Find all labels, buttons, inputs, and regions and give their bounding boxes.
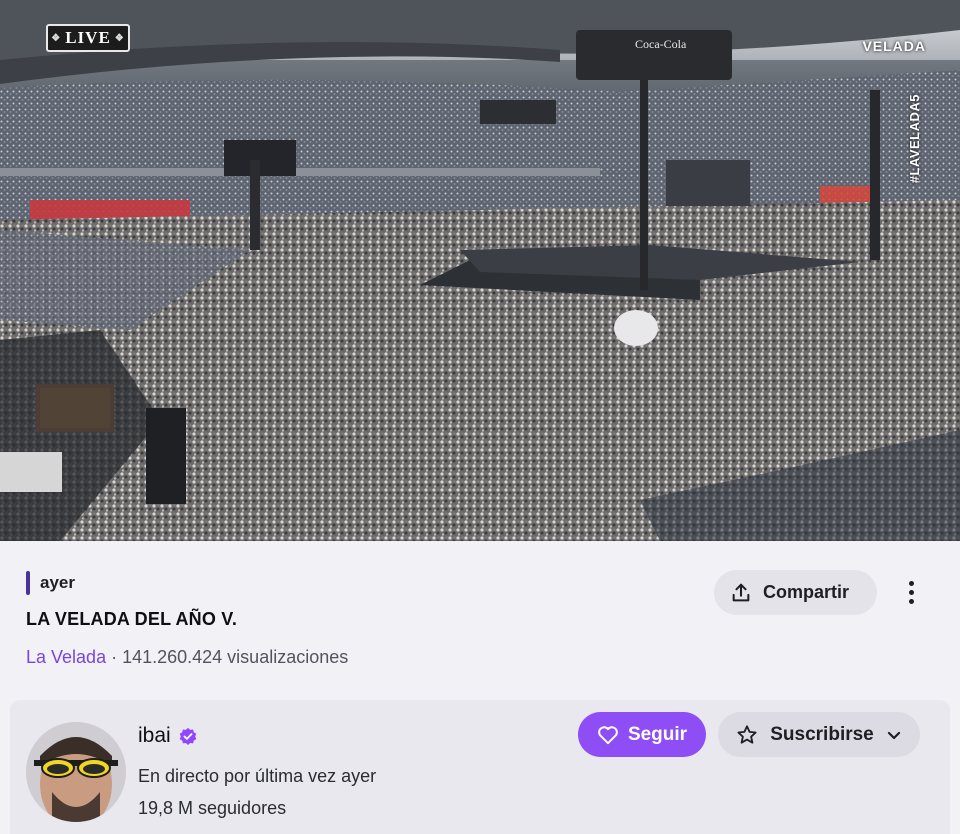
follow-label: Seguir [627,723,688,745]
velada-logo: VELADA [862,38,926,54]
date-accent-bar [26,571,30,595]
chevron-down-icon [887,731,900,739]
category-link[interactable]: La Velada [26,647,106,667]
heart-icon [598,725,618,744]
live-badge: LIVE [46,24,130,52]
more-vertical-icon [908,580,914,604]
avatar-image [26,722,126,822]
hashtag-overlay: #LAVELADA5 [907,94,922,184]
subscribe-label: Suscribirse [770,723,874,745]
share-label: Compartir [763,582,850,602]
stadium-scene: Coca-Cola [0,0,960,541]
stream-title: LA VELADA DEL AÑO V. [26,609,238,629]
stream-date: ayer [40,573,75,592]
more-options-button[interactable] [896,575,926,609]
subscribe-button[interactable]: Suscribirse [718,712,920,757]
date-row: ayer [26,571,75,595]
star-icon [737,724,757,744]
last-live-status: En directo por última vez ayer [138,766,377,786]
video-player[interactable]: Coca-Cola LIVE VELADA #LAVELADA5 [0,0,960,541]
view-count: 141.260.424 visualizaciones [122,647,349,667]
follow-button[interactable]: Seguir [578,712,706,757]
channel-name-text: ibai [138,724,171,747]
channel-name[interactable]: ibai [138,724,197,748]
channel-card: ibai En directo por última vez ayer 19,8… [10,700,950,834]
meta-separator: · [106,647,123,667]
avatar[interactable] [26,722,126,822]
verified-badge-icon [179,727,196,745]
share-upload-icon [732,583,750,601]
follower-count: 19,8 M seguidores [138,798,287,818]
share-button[interactable]: Compartir [714,570,877,615]
stream-info: ayer LA VELADA DEL AÑO V. La Velada · 14… [0,541,960,699]
coca-cola-sign: Coca-Cola [635,37,687,51]
stream-meta: La Velada · 141.260.424 visualizaciones [26,647,348,668]
